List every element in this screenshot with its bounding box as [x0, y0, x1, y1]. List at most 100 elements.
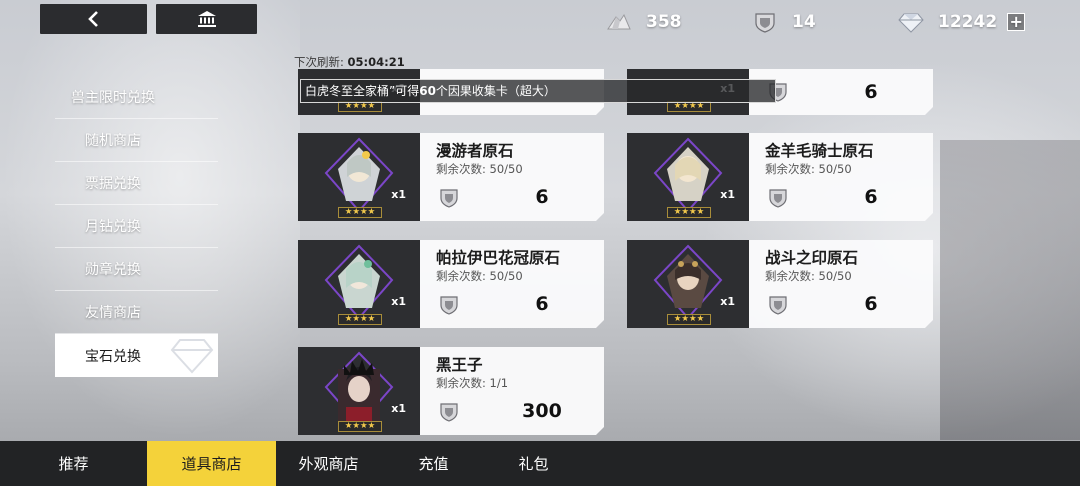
rarity-stars: ★★★★ — [667, 207, 711, 218]
sidebar-header-beast-exchange[interactable]: 兽主限时兑换 — [55, 76, 218, 119]
bottom-tab-bar: 推荐 道具商店 外观商店 充值 礼包 — [0, 441, 1080, 486]
promo-banner: 白虎冬至全家桶”可得60个因果收集卡（超大） — [300, 79, 776, 103]
shop-sidebar: 兽主限时兑换 随机商店 票据兑换 月钻兑换 勋章兑换 友情商店 宝石兑换 — [55, 76, 218, 377]
badge-shield-icon — [767, 188, 789, 208]
crystal-portrait-icon — [653, 244, 723, 320]
remaining-count: 50/50 — [489, 162, 523, 176]
item-thumbnail: x1 ★★★★ — [627, 133, 749, 221]
crystal-portrait-icon — [653, 137, 723, 213]
card-info: 6 — [749, 69, 933, 115]
refresh-time: 05:04:21 — [347, 55, 405, 69]
item-remaining: 剩余次数: 50/50 — [436, 161, 523, 177]
remaining-label: 剩余次数: — [436, 376, 486, 390]
rarity-stars: ★★★★ — [338, 314, 382, 325]
rarity-stars: ★★★★ — [338, 421, 382, 432]
shop-card-battle-seal-stone[interactable]: x1 ★★★★ 战斗之印原石 剩余次数: 50/50 6 — [627, 240, 933, 328]
currency-diamond: 12242 + — [898, 8, 1026, 36]
item-remaining: 剩余次数: 50/50 — [765, 161, 852, 177]
item-thumbnail: x1 ★★★★ — [298, 133, 420, 221]
item-remaining: 剩余次数: 50/50 — [765, 268, 852, 284]
item-quantity: x1 — [391, 188, 406, 201]
remaining-label: 剩余次数: — [765, 162, 815, 176]
item-name: 黑王子 — [436, 356, 483, 374]
tab-item-shop[interactable]: 道具商店 — [147, 441, 276, 486]
diamond-amount: 12242 — [938, 12, 998, 32]
item-price: 6 — [864, 186, 878, 208]
badge-amount: 14 — [792, 12, 816, 32]
item-quantity: x1 — [391, 402, 406, 415]
remaining-count: 50/50 — [489, 269, 523, 283]
item-price: 6 — [864, 81, 878, 103]
tab-recommended[interactable]: 推荐 — [0, 441, 147, 486]
add-diamond-button[interactable]: + — [1007, 13, 1026, 31]
item-name: 战斗之印原石 — [765, 249, 859, 267]
item-name: 帕拉伊巴花冠原石 — [436, 249, 561, 267]
tab-appearance-shop[interactable]: 外观商店 — [276, 441, 381, 486]
card-info: 帕拉伊巴花冠原石 剩余次数: 50/50 6 — [420, 240, 604, 328]
item-price: 6 — [535, 186, 549, 208]
remaining-count: 50/50 — [818, 269, 852, 283]
tab-recharge[interactable]: 充值 — [381, 441, 486, 486]
sidebar-item-random-shop[interactable]: 随机商店 — [55, 119, 218, 162]
item-remaining: 剩余次数: 1/1 — [436, 375, 508, 391]
chevron-left-icon — [87, 11, 98, 27]
item-thumbnail: x1 ★★★★ — [298, 347, 420, 435]
remaining-count: 1/1 — [489, 376, 509, 390]
refresh-label: 下次刷新: — [294, 55, 344, 69]
silver-amount: 358 — [646, 12, 682, 32]
banner-text-prefix: 白虎冬至全家桶”可得 — [305, 84, 420, 98]
rarity-stars: ★★★★ — [338, 207, 382, 218]
sidebar-item-label: 宝石兑换 — [85, 348, 141, 365]
badge-shield-icon — [438, 402, 460, 422]
diamond-icon — [898, 13, 924, 33]
banner-text-suffix: 个因果收集卡（超大） — [435, 84, 556, 98]
item-price: 6 — [864, 293, 878, 315]
card-info: 金羊毛骑士原石 剩余次数: 50/50 6 — [749, 133, 933, 221]
remaining-count: 50/50 — [818, 162, 852, 176]
tab-gift-pack[interactable]: 礼包 — [486, 441, 581, 486]
badge-shield-icon — [438, 295, 460, 315]
crystal-portrait-icon — [324, 137, 394, 213]
item-name: 金羊毛骑士原石 — [765, 142, 874, 160]
silver-crystal-icon — [607, 13, 631, 30]
refresh-timer: 下次刷新: 05:04:21 — [294, 54, 405, 70]
rarity-stars: ★★★★ — [667, 314, 711, 325]
sidebar-item-gem-exchange[interactable]: 宝石兑换 — [55, 334, 218, 377]
item-quantity: x1 — [391, 295, 406, 308]
sidebar-item-friend-shop[interactable]: 友情商店 — [55, 291, 218, 334]
shop-card-golden-fleece-stone[interactable]: x1 ★★★★ 金羊毛骑士原石 剩余次数: 50/50 6 — [627, 133, 933, 221]
item-remaining: 剩余次数: 50/50 — [436, 268, 523, 284]
banner-count: 60 — [419, 84, 436, 98]
character-portrait-icon — [324, 351, 394, 427]
item-price: 300 — [522, 400, 562, 422]
remaining-label: 剩余次数: — [765, 269, 815, 283]
shop-card-paraiba-stone[interactable]: x1 ★★★★ 帕拉伊巴花冠原石 剩余次数: 50/50 6 — [298, 240, 604, 328]
sidebar-item-ticket-exchange[interactable]: 票据兑换 — [55, 162, 218, 205]
home-button[interactable] — [156, 4, 257, 34]
item-price: 6 — [535, 293, 549, 315]
card-info: 黑王子 剩余次数: 1/1 300 — [420, 347, 604, 435]
remaining-label: 剩余次数: — [436, 269, 486, 283]
back-button[interactable] — [40, 4, 147, 34]
item-quantity: x1 — [720, 295, 735, 308]
badge-shield-icon — [767, 295, 789, 315]
currency-silver: 358 — [606, 8, 682, 36]
background-shadow-right — [940, 140, 1080, 440]
sidebar-item-monthly-diamond[interactable]: 月钻兑换 — [55, 205, 218, 248]
remaining-label: 剩余次数: — [436, 162, 486, 176]
item-thumbnail: x1 ★★★★ — [298, 240, 420, 328]
badge-shield-icon — [438, 188, 460, 208]
card-info: 战斗之印原石 剩余次数: 50/50 6 — [749, 240, 933, 328]
card-info: 漫游者原石 剩余次数: 50/50 6 — [420, 133, 604, 221]
badge-shield-icon — [755, 13, 775, 33]
currency-badge: 14 — [752, 8, 816, 36]
shop-card-black-prince[interactable]: x1 ★★★★ 黑王子 剩余次数: 1/1 300 — [298, 347, 604, 435]
sidebar-item-medal-exchange[interactable]: 勋章兑换 — [55, 248, 218, 291]
bank-icon — [197, 11, 216, 27]
item-name: 漫游者原石 — [436, 142, 514, 160]
diamond-icon — [170, 339, 214, 374]
item-quantity: x1 — [720, 188, 735, 201]
item-thumbnail: x1 ★★★★ — [627, 240, 749, 328]
shop-card-wanderer-stone[interactable]: x1 ★★★★ 漫游者原石 剩余次数: 50/50 6 — [298, 133, 604, 221]
crystal-portrait-icon — [324, 244, 394, 320]
